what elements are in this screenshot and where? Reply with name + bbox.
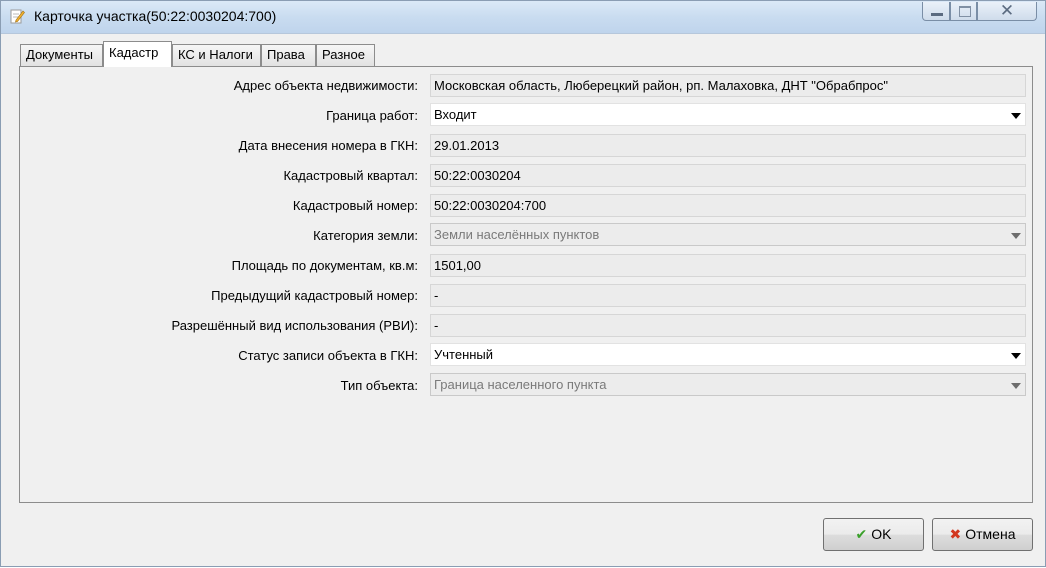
tab-rights[interactable]: Права bbox=[261, 44, 316, 66]
checkmark-icon: ✔ bbox=[855, 526, 868, 542]
dialog-window: Карточка участка(50:22:0030204:700) ✕ До… bbox=[0, 0, 1046, 567]
ok-button[interactable]: ✔ OK bbox=[823, 518, 924, 551]
close-button[interactable]: ✕ bbox=[977, 1, 1037, 21]
ok-button-label: OK bbox=[871, 526, 892, 542]
tab-documents[interactable]: Документы bbox=[20, 44, 103, 66]
cancel-button[interactable]: ✖ Отмена bbox=[932, 518, 1033, 551]
cancel-button-label: Отмена bbox=[965, 526, 1016, 542]
maximize-button[interactable] bbox=[950, 2, 977, 21]
title-bar[interactable]: Карточка участка(50:22:0030204:700) ✕ bbox=[1, 1, 1045, 34]
cadastre-panel bbox=[19, 66, 1033, 503]
close-icon: ✕ bbox=[999, 1, 1015, 20]
tab-cadastre[interactable]: Кадастр bbox=[103, 41, 172, 67]
cross-icon: ✖ bbox=[949, 526, 962, 542]
minimize-button[interactable] bbox=[922, 2, 950, 21]
edit-document-icon bbox=[10, 9, 25, 24]
tab-misc[interactable]: Разное bbox=[316, 44, 375, 66]
window-title: Карточка участка(50:22:0030204:700) bbox=[34, 8, 277, 24]
tab-cs-taxes[interactable]: КС и Налоги bbox=[172, 44, 261, 66]
